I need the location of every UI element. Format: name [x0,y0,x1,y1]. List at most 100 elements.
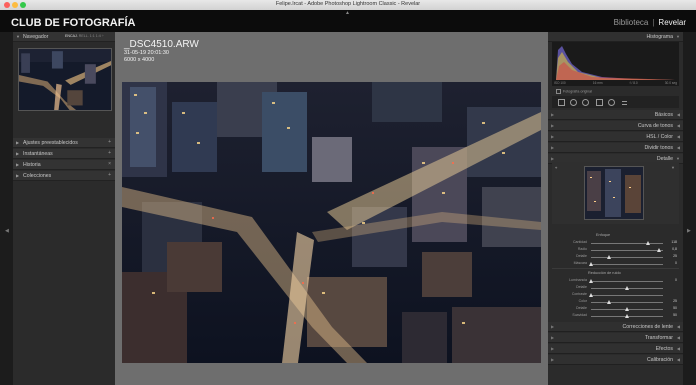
collections-section-header[interactable]: ▶ Colecciones + [13,171,115,181]
left-triangle-icon: ▶ [551,112,555,117]
presets-section-header[interactable]: ▶ Ajustes preestablecidos + [13,138,115,148]
noise-slider-row: Detalle [554,285,679,291]
zoom-custom-option[interactable]: 1:4 ÷ [96,34,104,38]
expand-triangle-icon: ◀ [676,324,680,329]
collapse-triangle-icon: ▼ [676,34,680,39]
clear-history-icon[interactable]: × [108,161,111,167]
sharpening-slider-track[interactable] [591,243,663,244]
noise-slider-knob[interactable] [625,314,629,318]
split-toning-section-header[interactable]: ▶ Dividir tonos ◀ [548,143,683,153]
left-panel-toggle-icon[interactable]: ◀ [5,228,9,234]
sharpening-slider-knob[interactable] [589,262,593,266]
noise-slider-track[interactable] [591,295,663,296]
history-section-header[interactable]: ▶ Historia × [13,160,115,170]
graduated-filter-icon[interactable] [596,99,603,106]
iso-value: ISO 100 [554,81,566,85]
original-photo-checkbox[interactable] [556,89,561,94]
effects-label: Efectos [655,346,673,352]
spot-removal-icon[interactable] [570,99,577,106]
left-edge-strip[interactable]: ◀ [0,32,13,385]
basic-section-header[interactable]: ▶ Básicos ◀ [548,110,683,120]
noise-slider-value[interactable]: 50 [665,313,677,317]
sharpening-slider-row: Cantidad 118 [554,240,679,246]
noise-slider-value[interactable]: 50 [665,306,677,310]
transform-label: Transformar [644,335,673,341]
expand-triangle-icon: ◀ [676,145,680,150]
crop-tool-icon[interactable] [558,99,565,106]
zoom-fit-option[interactable]: ENCAJ. [65,34,78,38]
left-triangle-icon: ▶ [551,156,555,161]
sharpening-slider-row: Máscara 0 [554,261,679,267]
noise-slider-knob[interactable] [607,300,611,304]
photo-dimensions: 6000 x 4000 [124,57,155,63]
noise-slider-knob[interactable] [625,286,629,290]
preview-toggle-icon[interactable]: ▼ [671,165,675,170]
top-panel-toggle-icon[interactable]: ▲ [345,10,350,16]
collapse-triangle-icon: ▼ [16,34,20,39]
transform-section-header[interactable]: ▶ Transformar ◀ [548,333,683,343]
navigator-header[interactable]: ▼ Navegador ENCAJ. RELL. 1:1 1:4 ÷ [13,32,115,42]
sharpening-label: Enfoque [596,233,611,237]
sharpening-slider-knob[interactable] [645,241,650,245]
expand-triangle-icon: ◀ [676,112,680,117]
sharpening-slider-track[interactable] [591,257,663,258]
main-image-area[interactable]: _DSC4510.ARW 31-05-19 20:01:30 6000 x 40… [115,32,548,385]
sharpening-slider-value[interactable]: 25 [665,254,677,258]
sharpening-slider-knob[interactable] [657,248,662,252]
adjustment-brush-icon[interactable] [622,101,627,105]
left-triangle-icon: ▶ [551,123,555,128]
noise-slider-value[interactable]: 0 [665,278,677,282]
navigator-preview[interactable] [18,48,112,111]
noise-slider-knob[interactable] [589,293,593,297]
detail-zoom-preview[interactable] [584,166,644,220]
histogram-graph[interactable]: ISO 100 16 mm f / 8.0 30.0 seg [552,42,679,86]
add-collection-icon[interactable]: + [108,172,111,178]
effects-section-header[interactable]: ▶ Efectos ◀ [548,344,683,354]
city-night-thumbnail [19,49,111,110]
right-panel-toggle-icon[interactable]: ▶ [687,228,691,234]
main-photo[interactable] [122,82,541,363]
hsl-label: HSL / Color [646,134,673,140]
left-panel: ▼ Navegador ENCAJ. RELL. 1:1 1:4 ÷ ▶ Ajus… [13,32,115,385]
noise-slider-row: Luminancia 0 [554,278,679,284]
sharpening-slider-value[interactable]: 0,8 [665,247,677,251]
noise-slider-knob[interactable] [589,279,593,283]
red-eye-icon[interactable] [582,99,589,106]
noise-slider-track[interactable] [591,302,663,303]
add-preset-icon[interactable]: + [108,139,111,145]
sharpening-slider-track[interactable] [591,250,663,251]
noise-slider-track[interactable] [591,281,663,282]
calibration-section-header[interactable]: ▶ Calibración ◀ [548,355,683,365]
sharpening-slider-label: Cantidad [572,240,587,244]
histogram-header[interactable]: Histograma ▼ [548,32,683,42]
module-library-link[interactable]: Biblioteca [614,18,649,27]
noise-slider-value[interactable]: 25 [665,299,677,303]
hsl-section-header[interactable]: ▶ HSL / Color ◀ [548,132,683,142]
sharpening-slider-track[interactable] [591,264,663,265]
noise-reduction-label: Reducción de ruido [588,271,621,275]
radial-filter-icon[interactable] [608,99,615,106]
preview-target-icon[interactable]: ⌖ [555,165,557,170]
snapshots-section-header[interactable]: ▶ Instantáneas + [13,149,115,159]
module-separator: | [652,18,655,27]
zoom-fill-option[interactable]: RELL. [79,34,89,38]
right-edge-strip[interactable]: ▶ [683,32,696,385]
add-snapshot-icon[interactable]: + [108,150,111,156]
focal-length-value: 16 mm [592,81,603,85]
noise-slider-row: Suavidad 50 [554,313,679,319]
tone-curve-section-header[interactable]: ▶ Curva de tonos ◀ [548,121,683,131]
expand-triangle-icon: ◀ [676,134,680,139]
zoom-1to1-option[interactable]: 1:1 [90,34,95,38]
sharpening-slider-value[interactable]: 0 [665,261,677,265]
lens-corrections-section-header[interactable]: ▶ Correcciones de lente ◀ [548,322,683,332]
navigator-label: Navegador [23,34,49,40]
brand-logo: CLUB DE FOTOGRAFÍA [11,17,136,29]
noise-slider-label: Detalle [576,306,587,310]
presets-label: Ajustes preestablecidos [23,140,78,146]
sharpening-slider-knob[interactable] [607,255,611,259]
sharpening-slider-value[interactable]: 118 [665,240,677,244]
module-develop-link[interactable]: Revelar [658,18,686,27]
shutter-value: 30.0 seg [664,81,677,85]
original-photo-toggle[interactable]: Fotografía original [556,89,592,94]
noise-slider-knob[interactable] [625,307,629,311]
